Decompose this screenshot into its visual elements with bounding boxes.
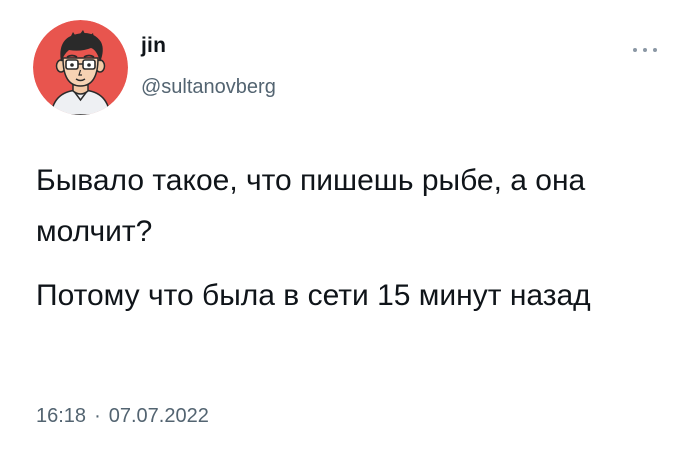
author-name[interactable]: jin <box>141 34 166 58</box>
more-icon[interactable] <box>625 40 665 60</box>
tweet-timestamp: 16:18 · 07.07.2022 <box>36 405 209 428</box>
tweet-date[interactable]: 07.07.2022 <box>109 405 209 427</box>
tweet-card: jin @sultanovberg Бывало такое, что пише… <box>0 0 700 453</box>
avatar[interactable] <box>33 20 128 115</box>
tweet-time[interactable]: 16:18 <box>36 405 86 427</box>
meta-separator: · <box>94 405 101 427</box>
avatar-illustration <box>33 20 128 115</box>
tweet-text-paragraph: Бывало такое, что пишешь рыбе, а она мол… <box>36 164 586 248</box>
author-handle[interactable]: @sultanovberg <box>141 76 276 99</box>
tweet-text-paragraph: Потому что была в сети 15 минут назад <box>36 279 591 312</box>
